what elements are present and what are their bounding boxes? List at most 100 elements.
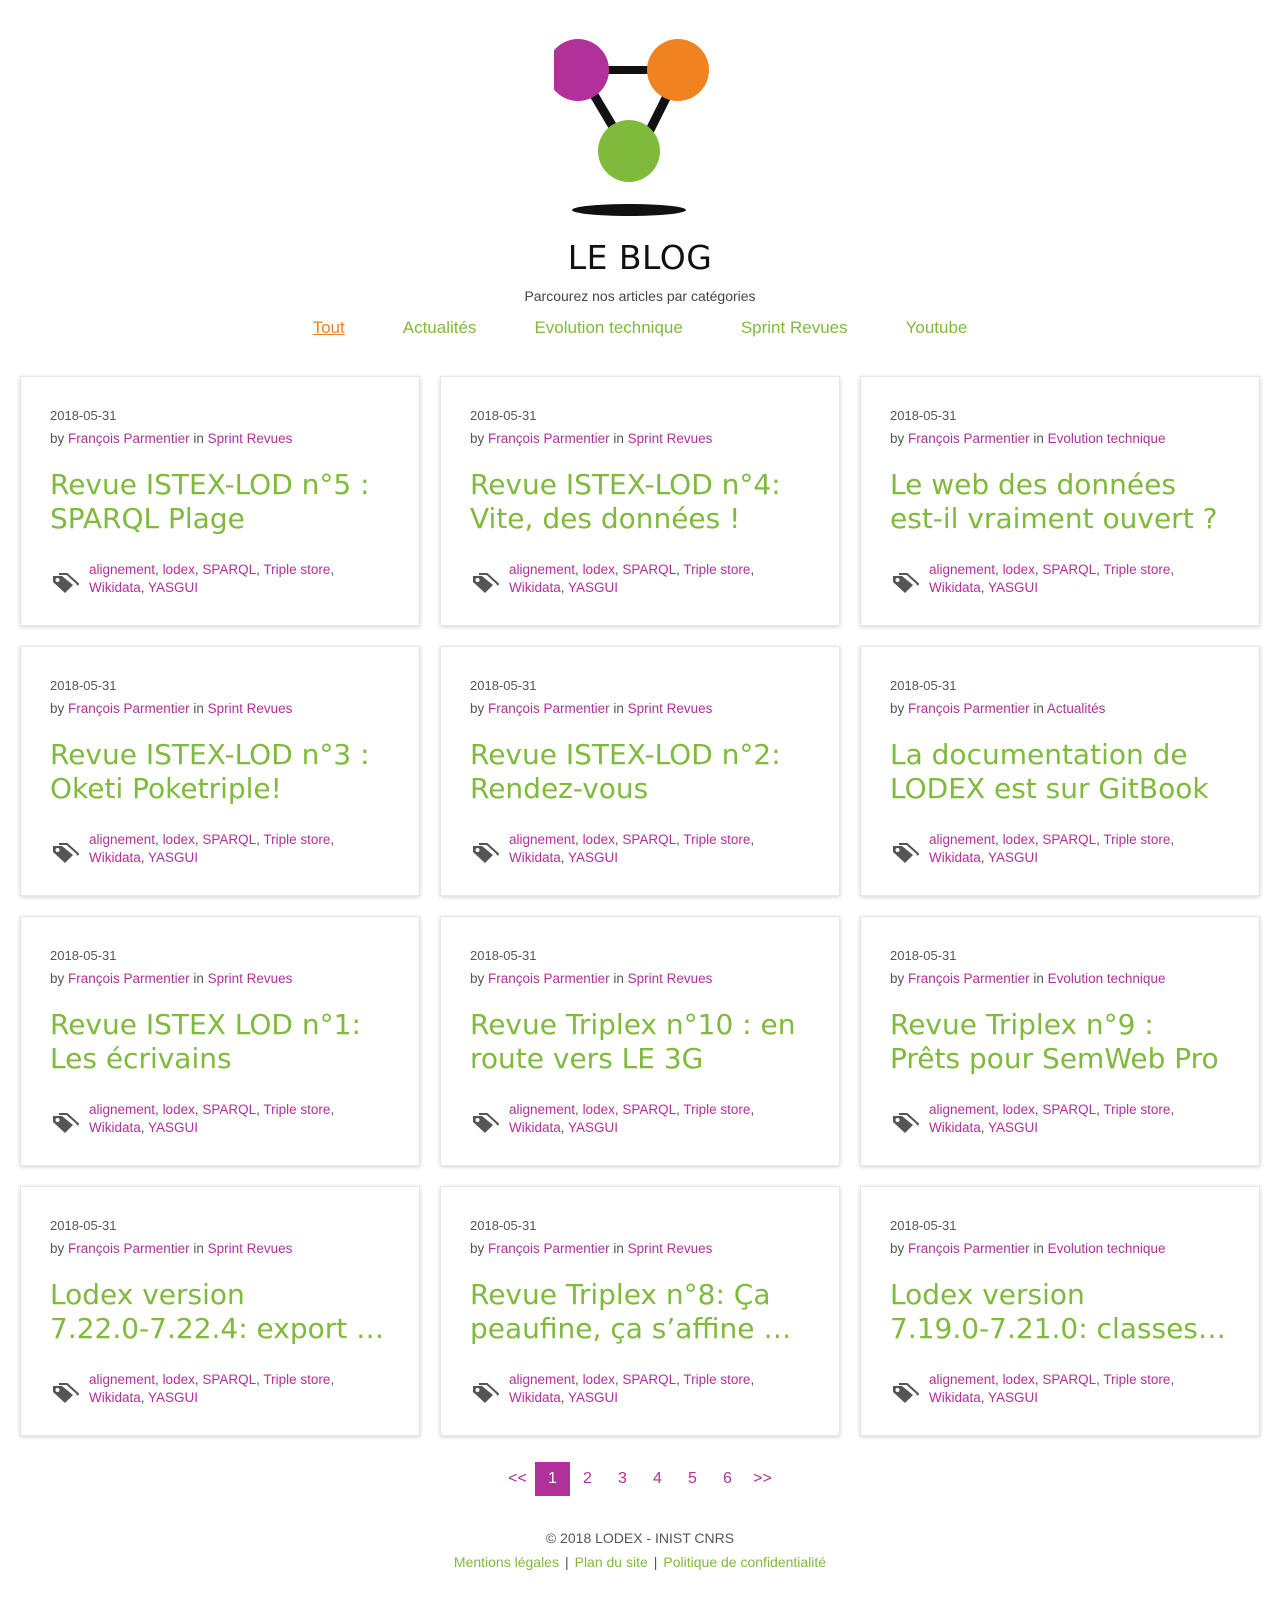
tag-link[interactable]: Wikidata bbox=[509, 580, 561, 595]
tag-link[interactable]: alignement bbox=[89, 1372, 155, 1387]
post-category-link[interactable]: Sprint Revues bbox=[628, 1241, 713, 1256]
tag-link[interactable]: lodex bbox=[163, 832, 195, 847]
pagination-page-2[interactable]: 2 bbox=[570, 1462, 605, 1496]
tag-link[interactable]: SPARQL bbox=[622, 1372, 676, 1387]
tag-link[interactable]: lodex bbox=[163, 1102, 195, 1117]
post-author-link[interactable]: François Parmentier bbox=[908, 1241, 1030, 1256]
tag-link[interactable]: Wikidata bbox=[929, 850, 981, 865]
tag-link[interactable]: alignement bbox=[89, 832, 155, 847]
post-category-link[interactable]: Sprint Revues bbox=[208, 971, 293, 986]
post-category-link[interactable]: Sprint Revues bbox=[628, 971, 713, 986]
tag-link[interactable]: YASGUI bbox=[568, 1390, 618, 1405]
tag-link[interactable]: SPARQL bbox=[202, 1372, 256, 1387]
post-title-link[interactable]: Revue ISTEX-LOD n°2: Rendez-vous bbox=[470, 738, 811, 806]
tag-link[interactable]: YASGUI bbox=[988, 1390, 1038, 1405]
pagination-page-4[interactable]: 4 bbox=[640, 1462, 675, 1496]
tag-link[interactable]: lodex bbox=[583, 562, 615, 577]
post-category-link[interactable]: Actualités bbox=[1047, 701, 1106, 716]
post-card[interactable]: 2018-05-31 by François Parmentier in Evol… bbox=[860, 376, 1260, 626]
post-title-link[interactable]: Revue ISTEX-LOD n°3 : Oketi Poketriple! bbox=[50, 738, 391, 806]
tag-link[interactable]: Triple store bbox=[263, 832, 330, 847]
post-category-link[interactable]: Evolution technique bbox=[1048, 971, 1166, 986]
post-title-link[interactable]: Revue ISTEX-LOD n°4: Vite, des données ! bbox=[470, 468, 811, 536]
post-card[interactable]: 2018-05-31 by François Parmentier in Spri… bbox=[20, 376, 420, 626]
post-title-link[interactable]: Le web des données est-il vraiment ouvert… bbox=[890, 468, 1231, 536]
tag-link[interactable]: Triple store bbox=[683, 1102, 750, 1117]
tag-link[interactable]: Wikidata bbox=[89, 850, 141, 865]
tag-link[interactable]: Wikidata bbox=[89, 1390, 141, 1405]
tag-link[interactable]: YASGUI bbox=[988, 1120, 1038, 1135]
tag-link[interactable]: alignement bbox=[509, 832, 575, 847]
tag-link[interactable]: SPARQL bbox=[622, 562, 676, 577]
post-card[interactable]: 2018-05-31 by François Parmentier in Spri… bbox=[440, 916, 840, 1166]
nav-item-evolution-technique[interactable]: Evolution technique bbox=[534, 318, 682, 338]
tag-link[interactable]: Triple store bbox=[1103, 832, 1170, 847]
tag-link[interactable]: Wikidata bbox=[929, 1120, 981, 1135]
tag-link[interactable]: YASGUI bbox=[568, 580, 618, 595]
nav-item-youtube[interactable]: Youtube bbox=[906, 318, 968, 338]
tag-link[interactable]: Wikidata bbox=[89, 1120, 141, 1135]
post-author-link[interactable]: François Parmentier bbox=[68, 431, 190, 446]
post-title-link[interactable]: Lodex version 7.19.0-7.21.0: classes … bbox=[890, 1278, 1231, 1346]
tag-link[interactable]: alignement bbox=[929, 1372, 995, 1387]
post-author-link[interactable]: François Parmentier bbox=[488, 971, 610, 986]
tag-link[interactable]: lodex bbox=[1003, 832, 1035, 847]
tag-link[interactable]: alignement bbox=[89, 562, 155, 577]
post-title-link[interactable]: Revue Triplex n°9 : Prêts pour SemWeb Pro bbox=[890, 1008, 1231, 1076]
post-title-link[interactable]: Revue Triplex n°10 : en route vers LE 3G bbox=[470, 1008, 811, 1076]
post-title-link[interactable]: Revue ISTEX LOD n°1: Les écrivains bbox=[50, 1008, 391, 1076]
tag-link[interactable]: Wikidata bbox=[929, 580, 981, 595]
footer-link-politique[interactable]: Politique de confidentialité bbox=[663, 1554, 826, 1570]
tag-link[interactable]: YASGUI bbox=[148, 850, 198, 865]
post-author-link[interactable]: François Parmentier bbox=[488, 431, 610, 446]
tag-link[interactable]: Triple store bbox=[1103, 1372, 1170, 1387]
tag-link[interactable]: alignement bbox=[929, 1102, 995, 1117]
tag-link[interactable]: lodex bbox=[1003, 1102, 1035, 1117]
tag-link[interactable]: Triple store bbox=[263, 1372, 330, 1387]
tag-link[interactable]: alignement bbox=[929, 562, 995, 577]
tag-link[interactable]: Wikidata bbox=[509, 1120, 561, 1135]
post-category-link[interactable]: Sprint Revues bbox=[628, 701, 713, 716]
post-author-link[interactable]: François Parmentier bbox=[488, 701, 610, 716]
post-card[interactable]: 2018-05-31 by François Parmentier in Spri… bbox=[440, 646, 840, 896]
tag-link[interactable]: YASGUI bbox=[568, 850, 618, 865]
post-category-link[interactable]: Sprint Revues bbox=[208, 431, 293, 446]
tag-link[interactable]: Triple store bbox=[683, 832, 750, 847]
post-title-link[interactable]: La documentation de LODEX est sur GitBook bbox=[890, 738, 1231, 806]
tag-link[interactable]: SPARQL bbox=[1042, 1102, 1096, 1117]
post-card[interactable]: 2018-05-31 by François Parmentier in Actu… bbox=[860, 646, 1260, 896]
pagination-page-1[interactable]: 1 bbox=[535, 1462, 570, 1496]
tag-link[interactable]: Triple store bbox=[683, 1372, 750, 1387]
post-card[interactable]: 2018-05-31 by François Parmentier in Evol… bbox=[860, 1186, 1260, 1436]
nav-item-tout[interactable]: Tout bbox=[313, 318, 345, 338]
footer-link-plan-du-site[interactable]: Plan du site bbox=[575, 1554, 648, 1570]
tag-link[interactable]: alignement bbox=[929, 832, 995, 847]
post-category-link[interactable]: Sprint Revues bbox=[208, 701, 293, 716]
tag-link[interactable]: lodex bbox=[1003, 562, 1035, 577]
tag-link[interactable]: Wikidata bbox=[509, 1390, 561, 1405]
pagination-page-5[interactable]: 5 bbox=[675, 1462, 710, 1496]
tag-link[interactable]: Wikidata bbox=[929, 1390, 981, 1405]
tag-link[interactable]: Triple store bbox=[1103, 1102, 1170, 1117]
post-card[interactable]: 2018-05-31 by François Parmentier in Spri… bbox=[20, 916, 420, 1166]
post-author-link[interactable]: François Parmentier bbox=[68, 1241, 190, 1256]
tag-link[interactable]: YASGUI bbox=[988, 580, 1038, 595]
tag-link[interactable]: lodex bbox=[163, 562, 195, 577]
tag-link[interactable]: YASGUI bbox=[148, 1120, 198, 1135]
post-card[interactable]: 2018-05-31 by François Parmentier in Spri… bbox=[20, 1186, 420, 1436]
tag-link[interactable]: lodex bbox=[583, 832, 615, 847]
tag-link[interactable]: SPARQL bbox=[202, 562, 256, 577]
pagination-page-6[interactable]: 6 bbox=[710, 1462, 745, 1496]
post-title-link[interactable]: Revue Triplex n°8: Ça peaufine, ça s’affi… bbox=[470, 1278, 811, 1346]
post-author-link[interactable]: François Parmentier bbox=[68, 701, 190, 716]
tag-link[interactable]: YASGUI bbox=[568, 1120, 618, 1135]
pagination-page-3[interactable]: 3 bbox=[605, 1462, 640, 1496]
nav-item-sprint-revues[interactable]: Sprint Revues bbox=[741, 318, 848, 338]
post-category-link[interactable]: Evolution technique bbox=[1048, 1241, 1166, 1256]
nav-item-actualites[interactable]: Actualités bbox=[403, 318, 477, 338]
post-category-link[interactable]: Evolution technique bbox=[1048, 431, 1166, 446]
tag-link[interactable]: alignement bbox=[89, 1102, 155, 1117]
tag-link[interactable]: Wikidata bbox=[509, 850, 561, 865]
tag-link[interactable]: lodex bbox=[1003, 1372, 1035, 1387]
tag-link[interactable]: SPARQL bbox=[1042, 562, 1096, 577]
